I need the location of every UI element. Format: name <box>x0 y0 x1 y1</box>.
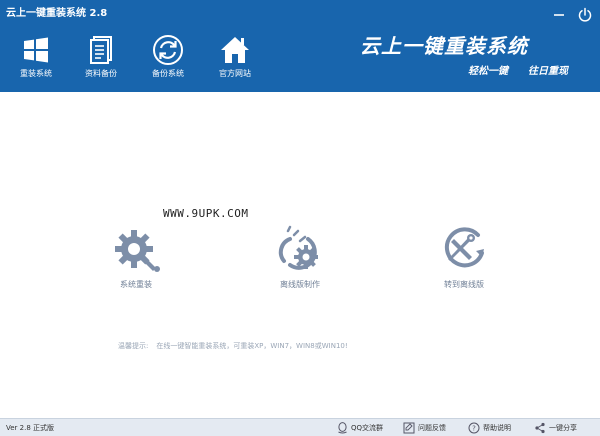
minimize-button[interactable] <box>548 4 570 26</box>
system-reinstall-button[interactable]: 系统重装 <box>86 225 186 290</box>
feedback-icon <box>403 422 415 434</box>
share-link[interactable]: 一键分享 <box>534 421 577 435</box>
slogan-left: 轻松一键 <box>468 66 508 77</box>
qq-icon <box>337 422 347 434</box>
document-icon <box>90 36 112 64</box>
nav-backup-system[interactable]: 备份系统 <box>138 34 198 84</box>
version-label: Ver 2.8 正式版 <box>6 424 55 432</box>
offline-gear-icon <box>278 225 318 270</box>
footer-label: 问题反馈 <box>418 424 446 432</box>
nav-official-site[interactable]: 官方网站 <box>205 34 265 84</box>
switch-offline-button[interactable]: 转到离线版 <box>414 225 514 290</box>
gear-wrench-icon <box>115 230 160 272</box>
minimize-icon <box>554 14 564 16</box>
footer-label: QQ交流群 <box>351 424 384 432</box>
help-link[interactable]: ? 帮助说明 <box>468 421 511 435</box>
watermark-text: WWW.9UPK.COM <box>163 207 249 220</box>
svg-text:?: ? <box>472 425 476 433</box>
help-icon: ? <box>468 422 480 434</box>
status-bar: Ver 2.8 正式版 QQ交流群 问题反馈 ? 帮助说明 一键分享 <box>0 418 600 436</box>
offline-build-button[interactable]: 离线版制作 <box>250 225 350 290</box>
refresh-icon <box>153 35 183 65</box>
nav-reinstall-system[interactable]: 重装系统 <box>6 34 66 84</box>
nav-label: 重装系统 <box>20 69 52 78</box>
share-icon <box>535 422 545 434</box>
power-icon <box>578 7 592 22</box>
feedback-link[interactable]: 问题反馈 <box>403 421 446 435</box>
footer-label: 帮助说明 <box>483 424 511 432</box>
action-label: 离线版制作 <box>280 280 320 289</box>
tools-arrow-icon <box>444 227 484 268</box>
qq-group-link[interactable]: QQ交流群 <box>336 421 383 435</box>
nav-data-backup[interactable]: 资料备份 <box>71 34 131 84</box>
home-icon <box>221 37 249 63</box>
tip-message: 温馨提示: 在线一键智能重装系统，可重装XP，WIN7，WIN8或WIN10! <box>118 341 356 351</box>
slogan-right: 往日重现 <box>528 66 568 77</box>
nav-label: 资料备份 <box>85 69 117 78</box>
nav-label: 备份系统 <box>152 69 184 78</box>
close-button[interactable] <box>574 4 596 26</box>
footer-label: 一键分享 <box>549 424 577 432</box>
nav-label: 官方网站 <box>219 69 251 78</box>
action-label: 系统重装 <box>120 280 152 289</box>
window-title: 云上一键重装系统 2.8 <box>6 8 108 19</box>
action-label: 转到离线版 <box>444 280 484 289</box>
brand-title: 云上一键重装系统 <box>360 34 528 58</box>
tip-text: 在线一键智能重装系统，可重装XP，WIN7，WIN8或WIN10! <box>156 342 348 350</box>
header-bar: 云上一键重装系统 2.8 重装系统 资料备份 备份系统 官方网站 云上一键重装系… <box>0 0 600 92</box>
windows-icon <box>24 37 48 63</box>
tip-label: 温馨提示: <box>118 342 149 350</box>
